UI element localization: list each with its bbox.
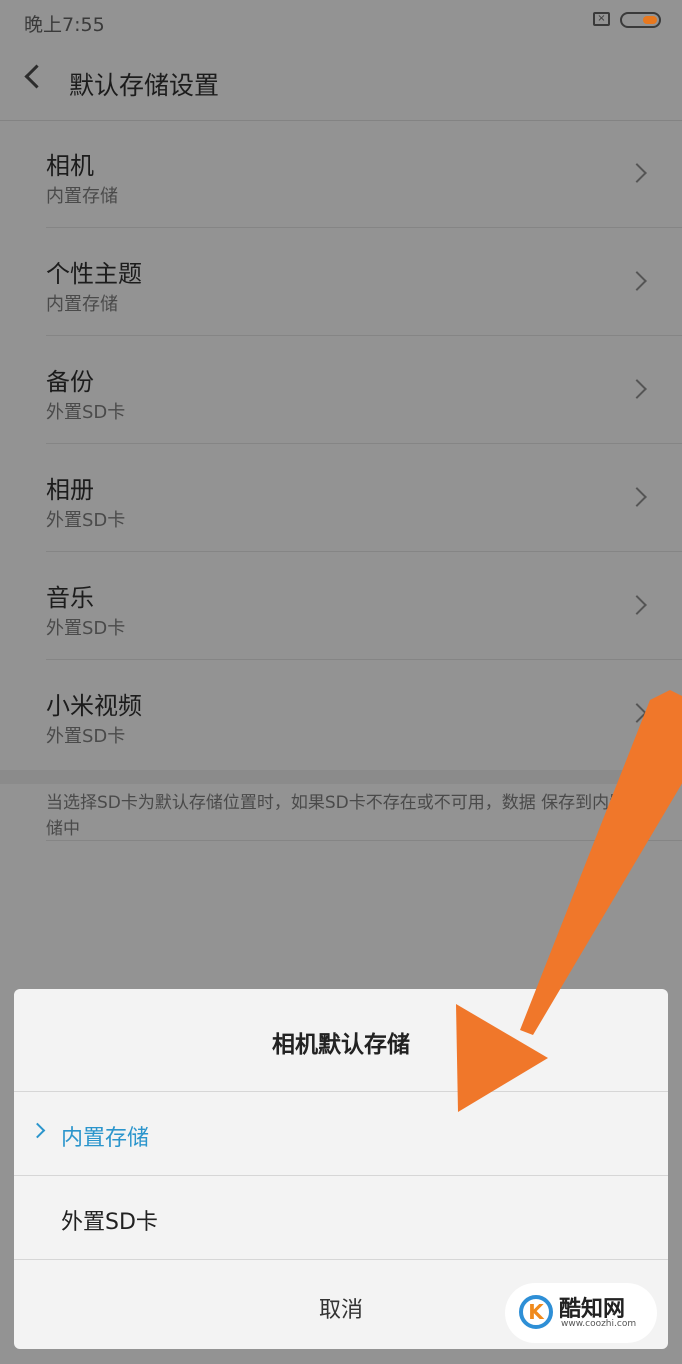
list-item-camera[interactable]: 相机 内置存储 — [0, 120, 682, 228]
list-item-value: 内置存储 — [46, 186, 118, 207]
chevron-right-icon — [627, 595, 647, 615]
list-item-video[interactable]: 小米视频 外置SD卡 — [0, 660, 682, 768]
list-item-title: 小米视频 — [46, 692, 142, 720]
list-item-themes[interactable]: 个性主题 内置存储 — [0, 228, 682, 336]
chevron-right-icon — [627, 703, 647, 723]
list-item-music[interactable]: 音乐 外置SD卡 — [0, 552, 682, 660]
dialog-title: 相机默认存储 — [272, 1032, 410, 1058]
sim-off-icon: × — [593, 12, 610, 26]
chevron-right-icon — [627, 487, 647, 507]
watermark: K 酷知网 www.coozhi.com — [505, 1283, 657, 1343]
option-label: 外置SD卡 — [61, 1210, 158, 1235]
status-time: 晚上7:55 — [24, 14, 105, 36]
storage-note: 当选择SD卡为默认存储位置时，如果SD卡不存在或不可用，数据 保存到内置存储中 — [46, 793, 644, 839]
divider — [46, 840, 682, 841]
option-sd-card[interactable]: 外置SD卡 — [14, 1176, 668, 1260]
chevron-right-icon — [627, 271, 647, 291]
list-item-value: 内置存储 — [46, 294, 118, 315]
list-item-backup[interactable]: 备份 外置SD卡 — [0, 336, 682, 444]
chevron-right-icon — [627, 163, 647, 183]
list-item-title: 个性主题 — [46, 260, 142, 288]
section-separator — [0, 770, 682, 784]
page-title: 默认存储设置 — [69, 71, 220, 100]
list-item-title: 相机 — [46, 152, 94, 180]
selected-check-icon — [29, 1122, 46, 1139]
list-item-gallery[interactable]: 相册 外置SD卡 — [0, 444, 682, 552]
option-internal-storage[interactable]: 内置存储 — [14, 1092, 668, 1176]
watermark-url: www.coozhi.com — [561, 1319, 637, 1329]
coozhi-logo-icon: K — [519, 1295, 553, 1329]
list-item-value: 外置SD卡 — [46, 618, 126, 639]
status-bar: 晚上7:55 × — [0, 0, 682, 42]
chevron-right-icon — [627, 379, 647, 399]
back-arrow-icon[interactable] — [24, 64, 49, 89]
list-item-value: 外置SD卡 — [46, 510, 126, 531]
list-item-value: 外置SD卡 — [46, 726, 126, 747]
title-bar: 默认存储设置 — [0, 42, 682, 121]
list-item-title: 相册 — [46, 476, 94, 504]
list-item-title: 备份 — [46, 368, 94, 396]
storage-settings-list: 相机 内置存储 个性主题 内置存储 备份 外置SD卡 相册 外置SD卡 音乐 外… — [0, 120, 682, 768]
list-item-title: 音乐 — [46, 584, 94, 612]
list-item-value: 外置SD卡 — [46, 402, 126, 423]
battery-icon — [620, 12, 661, 28]
option-label: 内置存储 — [61, 1126, 150, 1151]
